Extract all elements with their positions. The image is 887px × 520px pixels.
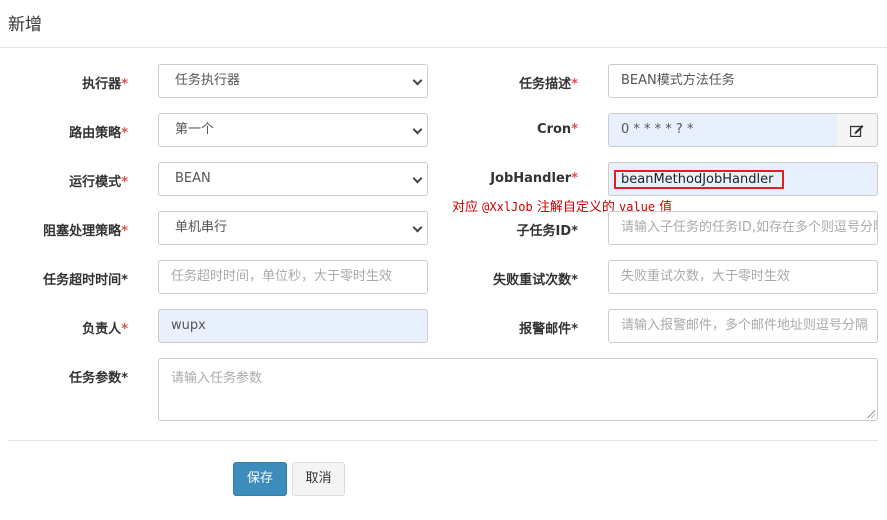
author-input[interactable]: wupx (158, 309, 428, 343)
route-strategy-select[interactable]: 第一个 (158, 113, 428, 147)
footer-divider (8, 440, 878, 441)
job-handler-label: JobHandler* (490, 171, 578, 186)
edit-icon (850, 125, 864, 137)
alarm-email-label: 报警邮件* (519, 322, 578, 337)
header-divider (0, 47, 887, 48)
route-strategy-label: 路由策略* (69, 126, 128, 141)
cron-label: Cron* (537, 122, 578, 137)
job-desc-input[interactable]: BEAN模式方法任务 (608, 64, 878, 98)
job-param-textarea[interactable]: 请输入任务参数 (158, 358, 878, 421)
chevron-down-icon (412, 124, 423, 135)
run-mode-select[interactable]: BEAN (158, 162, 428, 196)
chevron-down-icon (412, 173, 423, 184)
resize-grip-icon[interactable] (867, 410, 875, 418)
fail-retry-input[interactable]: 失败重试次数，大于零时生效 (608, 260, 878, 294)
child-job-id-label: 子任务ID* (516, 224, 578, 239)
executor-label: 执行器* (82, 77, 128, 92)
job-handler-value-highlight: beanMethodJobHandler (614, 170, 784, 189)
alarm-email-input[interactable]: 请输入报警邮件，多个邮件地址则逗号分隔 (608, 309, 878, 343)
chevron-down-icon (412, 222, 423, 233)
block-strategy-label: 阻塞处理策略* (43, 224, 128, 239)
block-strategy-select[interactable]: 单机串行 (158, 211, 428, 245)
job-param-label: 任务参数* (69, 371, 128, 386)
cancel-button[interactable]: 取消 (292, 462, 345, 496)
executor-select[interactable]: 任务执行器 (158, 64, 428, 98)
author-label: 负责人* (82, 322, 128, 337)
fail-retry-label: 失败重试次数* (493, 273, 578, 288)
child-job-id-input[interactable]: 请输入子任务的任务ID,如存在多个则逗号分隔 (608, 211, 878, 245)
cron-input[interactable]: 0 * * * * ? * (608, 113, 838, 147)
timeout-input[interactable]: 任务超时时间，单位秒，大于零时生效 (158, 260, 428, 294)
job-desc-label: 任务描述* (519, 77, 578, 92)
timeout-label: 任务超时时间* (43, 273, 128, 288)
chevron-down-icon (412, 75, 423, 86)
run-mode-label: 运行模式* (69, 175, 128, 190)
cron-edit-button[interactable] (837, 113, 878, 147)
save-button[interactable]: 保存 (233, 462, 287, 496)
job-param-placeholder: 请输入任务参数 (171, 371, 263, 386)
modal-title: 新增 (8, 15, 42, 35)
